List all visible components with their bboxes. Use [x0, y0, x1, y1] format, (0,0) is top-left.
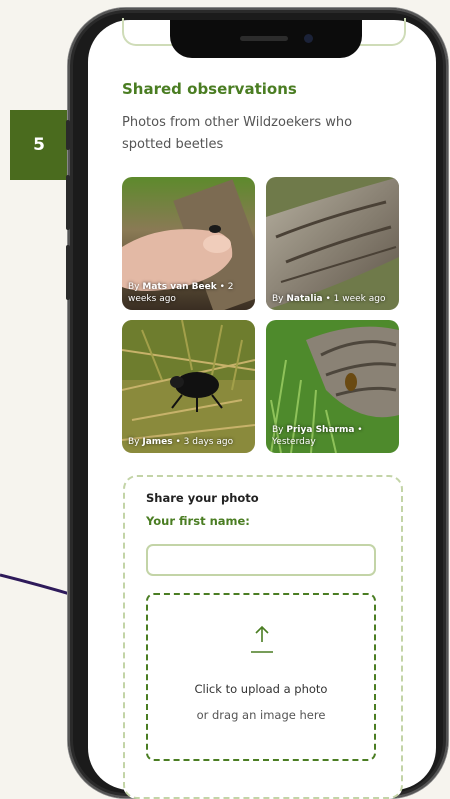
first-name-label: Your first name:: [146, 514, 250, 528]
upload-arrow-icon: [251, 625, 273, 653]
share-photo-title: Share your photo: [146, 491, 259, 505]
drag-instruction: or drag an image here: [196, 708, 326, 722]
first-name-input[interactable]: [146, 544, 376, 576]
phone-side-button: [66, 175, 70, 230]
photo-author: Mats van Beek: [142, 282, 217, 292]
photo-caption: By Natalia • 1 week ago: [272, 294, 386, 304]
black-beetle-on-grass-image: [122, 320, 255, 453]
photo-author: James: [142, 437, 173, 447]
observation-photo[interactable]: By Natalia • 1 week ago: [266, 177, 399, 310]
section-subtitle: Photos from other Wildzoekers who spotte…: [122, 115, 353, 152]
speaker-grille: [240, 36, 288, 41]
photo-author: Natalia: [286, 294, 323, 304]
observation-photo[interactable]: By James • 3 days ago: [122, 320, 255, 453]
photo-caption: By James • 3 days ago: [128, 437, 234, 447]
photo-author: Priya Sharma: [286, 425, 355, 435]
step-badge: 5: [10, 110, 68, 180]
section-title: Shared observations: [122, 80, 297, 98]
upload-instruction: Click to upload a photo: [194, 682, 328, 696]
observation-photo[interactable]: By Mats van Beek • 2 weeks ago: [122, 177, 255, 310]
phone-side-button: [66, 245, 70, 300]
phone-side-button: [66, 120, 70, 150]
front-camera: [304, 34, 313, 43]
photo-caption: By Mats van Beek • 2 weeks ago: [128, 282, 234, 304]
photo-caption: By Priya Sharma • Yesterday: [272, 425, 363, 447]
log-bark-image: [266, 177, 399, 310]
observation-photo[interactable]: By Priya Sharma • Yesterday: [266, 320, 399, 453]
photo-upload-dropzone[interactable]: [146, 593, 376, 761]
